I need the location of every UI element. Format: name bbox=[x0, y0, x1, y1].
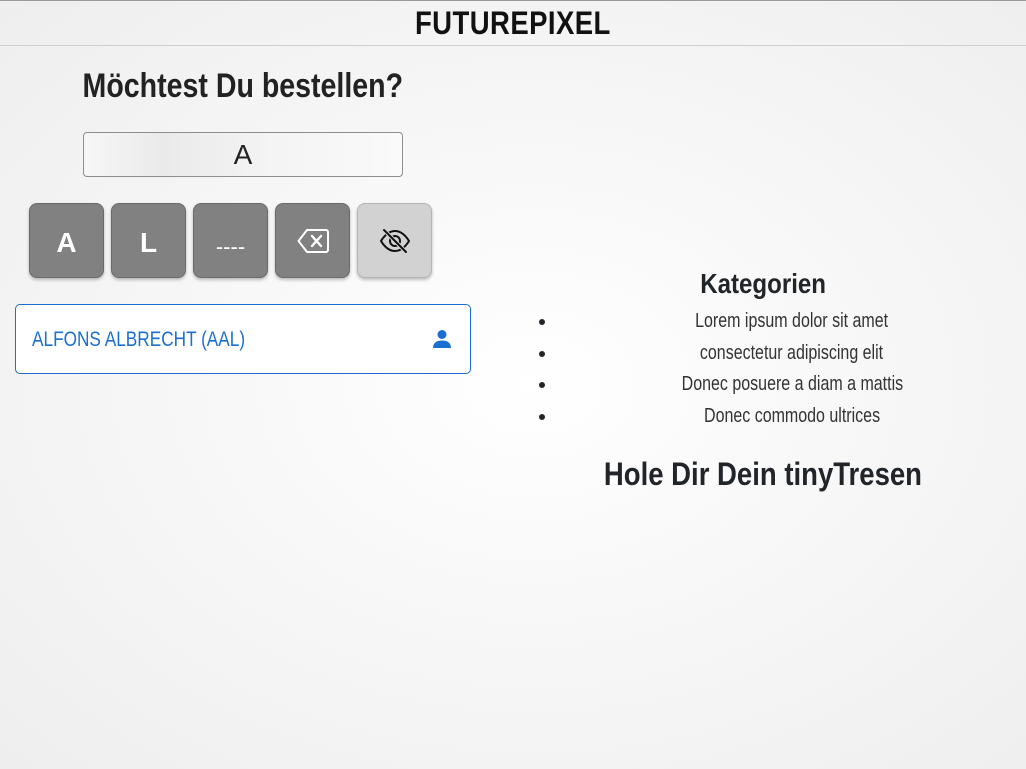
category-item-label: Donec commodo ultrices bbox=[703, 404, 881, 427]
promo-heading: Hole Dir Dein tinyTresen bbox=[500, 452, 1026, 496]
backspace-icon bbox=[297, 228, 329, 253]
promo-heading-text: Hole Dir Dein tinyTresen bbox=[603, 456, 923, 492]
categories-heading-text: Kategorien bbox=[700, 268, 826, 299]
bullet-icon bbox=[539, 350, 545, 357]
app-header: FUTUREPIXEL bbox=[0, 0, 1026, 46]
backspace-button[interactable] bbox=[275, 203, 350, 278]
key-l-button[interactable]: L bbox=[111, 203, 186, 278]
category-item-label: Lorem ipsum dolor sit amet bbox=[695, 310, 889, 332]
category-item: consectetur adipiscing elit bbox=[500, 338, 1026, 370]
brand-logo-text: FUTUREPIXEL bbox=[415, 5, 611, 41]
order-title: Möchtest Du bestellen? bbox=[0, 62, 486, 110]
category-item: Donec posuere a diam a mattis bbox=[500, 369, 1026, 401]
toggle-visibility-button[interactable] bbox=[357, 203, 432, 278]
person-icon bbox=[433, 330, 451, 348]
code-input[interactable] bbox=[83, 132, 403, 177]
category-item: Donec commodo ultrices bbox=[500, 401, 1026, 433]
eye-slash-icon bbox=[379, 228, 410, 253]
bullet-icon bbox=[539, 382, 545, 389]
bullet-icon bbox=[539, 413, 545, 420]
category-item-label: Donec posuere a diam a mattis bbox=[681, 373, 903, 396]
categories-list: Lorem ipsum dolor sit amet consectetur a… bbox=[500, 306, 1026, 432]
category-item-label: consectetur adipiscing elit bbox=[700, 341, 884, 364]
bullet-icon bbox=[539, 319, 545, 325]
user-suggestion-item[interactable]: ALFONS ALBRECHT (AAL) bbox=[15, 304, 471, 374]
user-suggestion-label: ALFONS ALBRECHT (AAL) bbox=[32, 328, 246, 351]
key-placeholder-button[interactable]: ---- bbox=[193, 203, 268, 278]
category-item: Lorem ipsum dolor sit amet bbox=[500, 306, 1026, 338]
order-title-text: Möchtest Du bestellen? bbox=[82, 67, 404, 105]
key-a-button[interactable]: A bbox=[29, 203, 104, 278]
categories-heading: Kategorien bbox=[500, 264, 1026, 304]
